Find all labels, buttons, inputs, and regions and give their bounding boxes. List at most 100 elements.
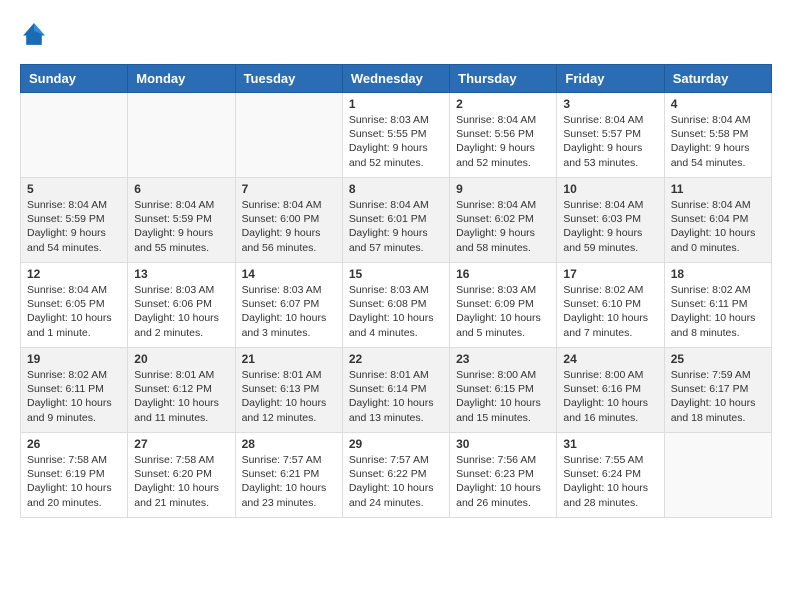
day-number: 2 [456,97,550,111]
cell-content: Sunrise: 8:03 AM Sunset: 5:55 PM Dayligh… [349,113,443,170]
cell-content: Sunrise: 8:03 AM Sunset: 6:08 PM Dayligh… [349,283,443,340]
day-number: 30 [456,437,550,451]
day-number: 24 [563,352,657,366]
day-header-thursday: Thursday [450,65,557,93]
cell-content: Sunrise: 8:04 AM Sunset: 5:59 PM Dayligh… [134,198,228,255]
cell-content: Sunrise: 8:04 AM Sunset: 6:05 PM Dayligh… [27,283,121,340]
calendar-cell: 25Sunrise: 7:59 AM Sunset: 6:17 PM Dayli… [664,348,771,433]
day-header-friday: Friday [557,65,664,93]
day-number: 1 [349,97,443,111]
day-number: 18 [671,267,765,281]
calendar-cell: 31 Sunrise: 7:55 AM Sunset: 6:24 PM Dayli… [557,433,664,518]
cell-content: Sunrise: 8:03 AM Sunset: 6:07 PM Dayligh… [242,283,336,340]
calendar-cell: 15 Sunrise: 8:03 AM Sunset: 6:08 PM Dayli… [342,263,449,348]
calendar-cell: 21 Sunrise: 8:01 AM Sunset: 6:13 PM Dayli… [235,348,342,433]
cell-content: Sunrise: 8:02 AM Sunset: 6:11 PM Dayligh… [671,283,765,340]
calendar-cell: 16 Sunrise: 8:03 AM Sunset: 6:09 PM Dayli… [450,263,557,348]
day-number: 15 [349,267,443,281]
cell-content: Sunrise: 7:55 AM Sunset: 6:24 PM Dayligh… [563,453,657,510]
calendar-cell: 29 Sunrise: 7:57 AM Sunset: 6:22 PM Dayli… [342,433,449,518]
cell-content: Sunrise: 7:58 AM Sunset: 6:20 PM Dayligh… [134,453,228,510]
calendar-week-row: 19 Sunrise: 8:02 AM Sunset: 6:11 PM Dayli… [21,348,772,433]
day-header-saturday: Saturday [664,65,771,93]
day-number: 31 [563,437,657,451]
cell-content: Sunrise: 8:04 AM Sunset: 5:59 PM Dayligh… [27,198,121,255]
day-number: 29 [349,437,443,451]
day-number: 27 [134,437,228,451]
day-number: 5 [27,182,121,196]
calendar-cell [128,93,235,178]
day-number: 19 [27,352,121,366]
day-number: 7 [242,182,336,196]
cell-content: Sunrise: 8:01 AM Sunset: 6:12 PM Dayligh… [134,368,228,425]
day-number: 20 [134,352,228,366]
day-number: 26 [27,437,121,451]
cell-content: Sunrise: 8:03 AM Sunset: 6:09 PM Dayligh… [456,283,550,340]
cell-content: Sunrise: 8:04 AM Sunset: 6:02 PM Dayligh… [456,198,550,255]
day-number: 16 [456,267,550,281]
day-number: 21 [242,352,336,366]
calendar-cell: 2 Sunrise: 8:04 AM Sunset: 5:56 PM Daylig… [450,93,557,178]
calendar-cell: 12 Sunrise: 8:04 AM Sunset: 6:05 PM Dayli… [21,263,128,348]
day-number: 11 [671,182,765,196]
cell-content: Sunrise: 8:03 AM Sunset: 6:06 PM Dayligh… [134,283,228,340]
day-number: 3 [563,97,657,111]
day-number: 28 [242,437,336,451]
calendar-cell: 7 Sunrise: 8:04 AM Sunset: 6:00 PM Daylig… [235,178,342,263]
calendar-cell [235,93,342,178]
cell-content: Sunrise: 8:04 AM Sunset: 6:04 PM Dayligh… [671,198,765,255]
day-number: 9 [456,182,550,196]
cell-content: Sunrise: 8:04 AM Sunset: 6:03 PM Dayligh… [563,198,657,255]
day-header-wednesday: Wednesday [342,65,449,93]
day-header-tuesday: Tuesday [235,65,342,93]
calendar-cell: 8Sunrise: 8:04 AM Sunset: 6:01 PM Daylig… [342,178,449,263]
calendar-cell: 20 Sunrise: 8:01 AM Sunset: 6:12 PM Dayli… [128,348,235,433]
calendar-cell: 23 Sunrise: 8:00 AM Sunset: 6:15 PM Dayli… [450,348,557,433]
cell-content: Sunrise: 7:57 AM Sunset: 6:22 PM Dayligh… [349,453,443,510]
calendar-cell: 27 Sunrise: 7:58 AM Sunset: 6:20 PM Dayli… [128,433,235,518]
cell-content: Sunrise: 8:00 AM Sunset: 6:16 PM Dayligh… [563,368,657,425]
cell-content: Sunrise: 7:58 AM Sunset: 6:19 PM Dayligh… [27,453,121,510]
cell-content: Sunrise: 8:04 AM Sunset: 5:56 PM Dayligh… [456,113,550,170]
calendar-cell: 11 Sunrise: 8:04 AM Sunset: 6:04 PM Dayli… [664,178,771,263]
calendar-cell [21,93,128,178]
day-number: 22 [349,352,443,366]
day-number: 25 [671,352,765,366]
cell-content: Sunrise: 7:57 AM Sunset: 6:21 PM Dayligh… [242,453,336,510]
calendar-week-row: 12 Sunrise: 8:04 AM Sunset: 6:05 PM Dayli… [21,263,772,348]
cell-content: Sunrise: 8:02 AM Sunset: 6:11 PM Dayligh… [27,368,121,425]
page-header [20,20,772,48]
day-number: 17 [563,267,657,281]
day-number: 6 [134,182,228,196]
calendar-cell: 1 Sunrise: 8:03 AM Sunset: 5:55 PM Daylig… [342,93,449,178]
cell-content: Sunrise: 8:04 AM Sunset: 6:01 PM Dayligh… [349,198,443,255]
day-number: 12 [27,267,121,281]
cell-content: Sunrise: 8:04 AM Sunset: 5:57 PM Dayligh… [563,113,657,170]
calendar-header-row: SundayMondayTuesdayWednesdayThursdayFrid… [21,65,772,93]
calendar-cell: 3 Sunrise: 8:04 AM Sunset: 5:57 PM Daylig… [557,93,664,178]
calendar-cell: 14 Sunrise: 8:03 AM Sunset: 6:07 PM Dayli… [235,263,342,348]
calendar-week-row: 26 Sunrise: 7:58 AM Sunset: 6:19 PM Dayli… [21,433,772,518]
calendar-cell: 30 Sunrise: 7:56 AM Sunset: 6:23 PM Dayli… [450,433,557,518]
calendar-cell: 17Sunrise: 8:02 AM Sunset: 6:10 PM Dayli… [557,263,664,348]
cell-content: Sunrise: 8:01 AM Sunset: 6:13 PM Dayligh… [242,368,336,425]
calendar-cell: 4Sunrise: 8:04 AM Sunset: 5:58 PM Daylig… [664,93,771,178]
calendar-cell: 24 Sunrise: 8:00 AM Sunset: 6:16 PM Dayli… [557,348,664,433]
day-number: 13 [134,267,228,281]
calendar-week-row: 5 Sunrise: 8:04 AM Sunset: 5:59 PM Daylig… [21,178,772,263]
cell-content: Sunrise: 8:01 AM Sunset: 6:14 PM Dayligh… [349,368,443,425]
cell-content: Sunrise: 7:56 AM Sunset: 6:23 PM Dayligh… [456,453,550,510]
day-header-monday: Monday [128,65,235,93]
cell-content: Sunrise: 8:00 AM Sunset: 6:15 PM Dayligh… [456,368,550,425]
calendar-table: SundayMondayTuesdayWednesdayThursdayFrid… [20,64,772,518]
day-header-sunday: Sunday [21,65,128,93]
calendar-cell: 10Sunrise: 8:04 AM Sunset: 6:03 PM Dayli… [557,178,664,263]
day-number: 14 [242,267,336,281]
calendar-cell: 26 Sunrise: 7:58 AM Sunset: 6:19 PM Dayli… [21,433,128,518]
day-number: 4 [671,97,765,111]
calendar-cell: 22 Sunrise: 8:01 AM Sunset: 6:14 PM Dayli… [342,348,449,433]
calendar-cell: 5 Sunrise: 8:04 AM Sunset: 5:59 PM Daylig… [21,178,128,263]
cell-content: Sunrise: 8:04 AM Sunset: 6:00 PM Dayligh… [242,198,336,255]
day-number: 23 [456,352,550,366]
calendar-cell: 13 Sunrise: 8:03 AM Sunset: 6:06 PM Dayli… [128,263,235,348]
